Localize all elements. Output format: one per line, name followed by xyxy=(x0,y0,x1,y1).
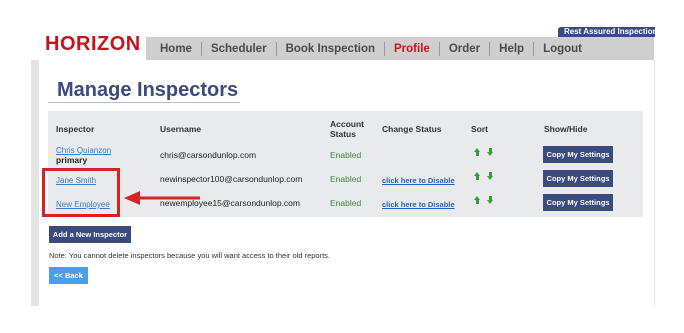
inspector-name[interactable]: Chris Quianzon xyxy=(56,146,111,155)
highlight-annotation-box xyxy=(42,168,120,217)
inspector-role: primary xyxy=(56,155,87,165)
back-button[interactable]: << Back xyxy=(49,267,88,284)
copy-settings-button[interactable]: Copy My Settings xyxy=(543,170,613,187)
disable-link[interactable]: click here to Disable xyxy=(382,200,455,209)
status-cell: Enabled xyxy=(330,198,362,208)
main-nav: Home Scheduler Book Inspection Profile O… xyxy=(146,37,654,60)
copy-settings-button[interactable]: Copy My Settings xyxy=(543,146,613,163)
sort-up-icon[interactable] xyxy=(474,148,481,156)
header-show-hide: Show/Hide xyxy=(544,124,588,134)
copy-settings-button[interactable]: Copy My Settings xyxy=(543,194,613,211)
nav-order[interactable]: Order xyxy=(438,41,489,56)
disable-link-cell[interactable]: click here to Disable xyxy=(382,175,455,185)
add-inspector-button[interactable]: Add a New Inspector xyxy=(49,226,131,243)
header-sort: Sort xyxy=(471,124,488,134)
username-cell: chris@carsondunlop.com xyxy=(160,150,257,160)
page-title: Manage Inspectors xyxy=(57,79,239,101)
red-arrow-icon xyxy=(124,191,200,205)
sort-down-icon[interactable] xyxy=(487,148,494,156)
disable-link[interactable]: click here to Disable xyxy=(382,176,455,185)
delete-note: Note: You cannot delete inspectors becau… xyxy=(49,251,330,260)
horizon-logo[interactable]: HORIZON xyxy=(45,33,141,56)
inspector-name-link[interactable]: Chris Quianzon xyxy=(56,145,111,155)
nav-home[interactable]: Home xyxy=(146,42,201,56)
role-label: primary xyxy=(56,155,88,165)
nav-profile[interactable]: Profile xyxy=(384,41,439,56)
disable-link-cell[interactable]: click here to Disable xyxy=(382,199,455,209)
sort-down-icon[interactable] xyxy=(487,172,494,180)
nav-logout[interactable]: Logout xyxy=(533,41,591,56)
nav-scheduler[interactable]: Scheduler xyxy=(200,41,276,56)
header-change-status: Change Status xyxy=(382,124,442,134)
header-inspector: Inspector xyxy=(56,124,95,134)
sort-down-icon[interactable] xyxy=(487,196,494,204)
header-account-status-line1: Account xyxy=(330,119,364,129)
header-username: Username xyxy=(160,124,202,134)
nav-book-inspection[interactable]: Book Inspection xyxy=(275,41,384,56)
sort-up-icon[interactable] xyxy=(474,196,481,204)
status-cell: Enabled xyxy=(330,174,362,184)
username-cell: newinspector100@carsondunlop.com xyxy=(160,174,303,184)
title-divider xyxy=(48,102,240,103)
account-name-tab: Rest Assured Inspection xyxy=(558,27,655,37)
nav-help[interactable]: Help xyxy=(489,41,533,56)
status-cell: Enabled xyxy=(330,150,362,160)
header-account-status-line2: Status xyxy=(330,129,356,139)
sort-up-icon[interactable] xyxy=(474,172,481,180)
